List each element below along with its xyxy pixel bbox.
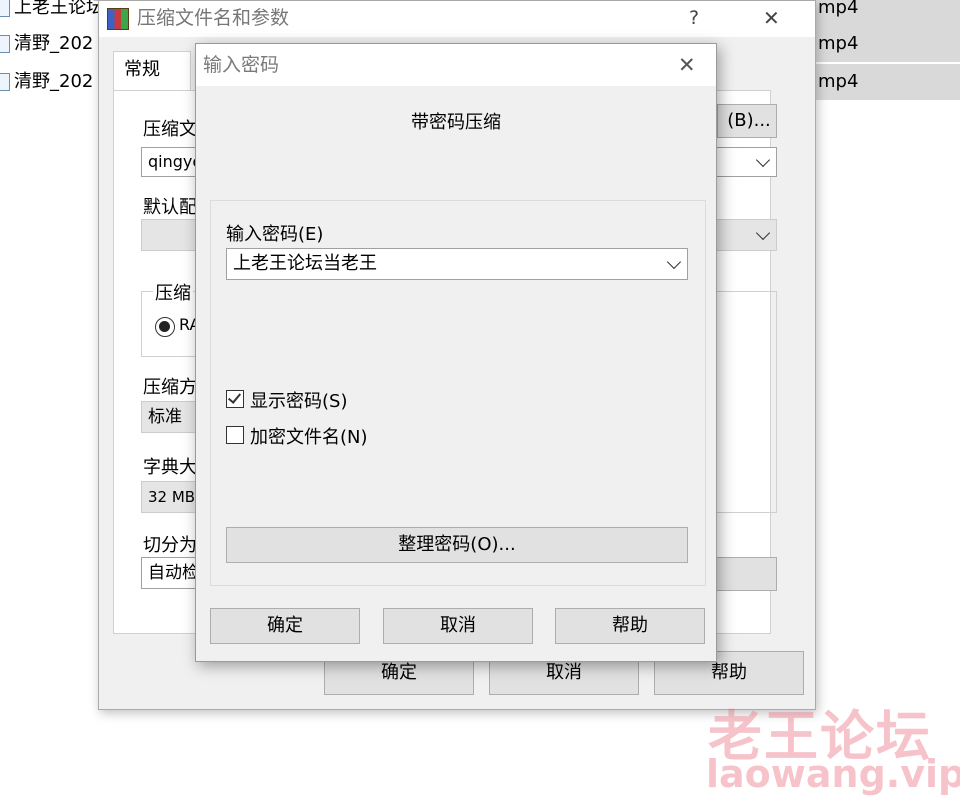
file-ext[interactable]: mp4 <box>816 26 960 62</box>
dict-label: 字典大 <box>143 457 197 478</box>
split-label: 切分为 <box>143 535 197 556</box>
title-bar: 输入密码 ✕ <box>196 44 716 86</box>
default-profile-label: 默认配 <box>143 197 197 218</box>
help-button[interactable]: 帮助 <box>555 608 705 644</box>
file-icon <box>0 35 10 53</box>
password-label: 输入密码(E) <box>226 224 324 245</box>
help-label: 帮助 <box>711 662 747 683</box>
cancel-label: 取消 <box>546 662 582 683</box>
split-value: 自动检 <box>148 563 199 583</box>
help-label: 帮助 <box>612 615 648 636</box>
close-icon[interactable]: ✕ <box>763 1 780 35</box>
dict-value: 32 MB <box>148 488 196 506</box>
settings-button[interactable] <box>715 557 777 591</box>
browse-button[interactable]: (B)... <box>717 104 777 138</box>
dialog-heading: 带密码压缩 <box>411 112 501 133</box>
archive-name-label: 压缩文 <box>143 119 197 140</box>
title-bar: 压缩文件名和参数 ? ✕ <box>99 1 815 37</box>
show-password-checkbox[interactable] <box>226 390 244 408</box>
cancel-button[interactable]: 取消 <box>383 608 533 644</box>
file-ext[interactable]: mp4 <box>816 0 960 26</box>
file-icon <box>0 73 10 91</box>
ok-button[interactable]: 确定 <box>210 608 360 644</box>
method-value: 标准 <box>148 407 182 427</box>
format-group-label: 压缩 <box>153 279 193 305</box>
file-name: 上老王论坛 <box>14 0 104 18</box>
password-input[interactable]: 上老王论坛当老王 <box>226 248 688 280</box>
ok-label: 确定 <box>381 662 417 683</box>
file-name: 清野_202 <box>14 33 94 54</box>
organize-passwords-button[interactable]: 整理密码(O)... <box>226 527 688 563</box>
file-ext[interactable]: mp4 <box>816 64 960 100</box>
winrar-app-icon <box>107 8 129 30</box>
chevron-down-icon[interactable] <box>755 152 771 168</box>
encrypt-filenames-checkbox[interactable] <box>226 426 244 444</box>
password-dialog: 输入密码 ✕ 带密码压缩 输入密码(E) 上老王论坛当老王 显示密码(S) 加密… <box>195 43 717 662</box>
file-icon <box>0 0 10 17</box>
chevron-down-icon[interactable] <box>755 225 771 241</box>
browse-label: (B)... <box>727 110 771 131</box>
password-value: 上老王论坛当老王 <box>233 253 377 274</box>
organize-label: 整理密码(O)... <box>398 534 516 555</box>
method-label: 压缩方 <box>143 377 197 398</box>
radio-dot <box>159 321 170 332</box>
tab-general[interactable]: 常规 <box>113 51 191 91</box>
help-icon[interactable]: ? <box>689 1 699 35</box>
tab-label: 常规 <box>124 59 160 80</box>
encrypt-filenames-label: 加密文件名(N) <box>250 427 368 448</box>
close-icon[interactable]: ✕ <box>678 44 696 86</box>
watermark-url: laowang.vip <box>706 752 960 796</box>
dialog-title: 压缩文件名和参数 <box>137 7 290 29</box>
radio-rar[interactable] <box>155 317 175 337</box>
cancel-label: 取消 <box>440 615 476 636</box>
dialog-title: 输入密码 <box>203 54 280 76</box>
options-group <box>715 291 777 513</box>
show-password-label: 显示密码(S) <box>250 391 348 412</box>
ok-label: 确定 <box>267 615 303 636</box>
file-name: 清野_202 <box>14 71 94 92</box>
chevron-down-icon[interactable] <box>666 254 682 270</box>
